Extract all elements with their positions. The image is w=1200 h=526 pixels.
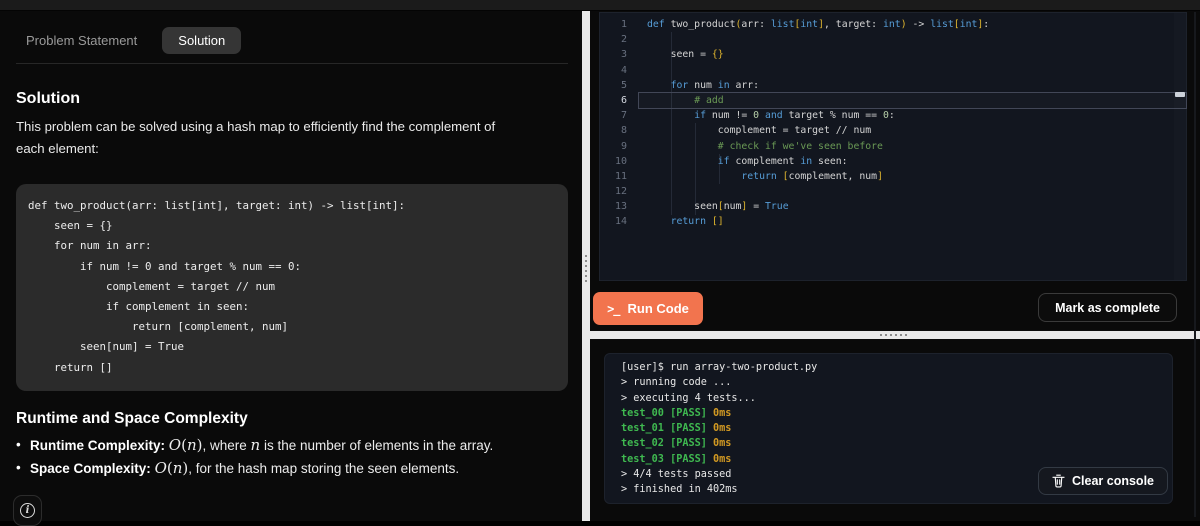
solution-heading: Solution: [16, 90, 80, 107]
code-line-4[interactable]: 4: [600, 63, 1186, 78]
line-number: 5: [620, 79, 627, 91]
scrollbar-cursor-marker[interactable]: [1175, 92, 1185, 97]
code-line-12[interactable]: 12: [600, 184, 1186, 199]
code-text: for num in arr:: [670, 79, 760, 91]
console-line: > 4/4 tests passed: [621, 468, 732, 480]
code-line-5[interactable]: 5 for num in arr:: [600, 78, 1186, 93]
scrollbar-track-line: [1194, 12, 1196, 517]
trash-icon: [1052, 474, 1065, 488]
code-line-14[interactable]: 14 return []: [600, 214, 1186, 229]
solution-description: This problem can be solved using a hash …: [16, 119, 496, 156]
console-output-panel[interactable]: [user]$ run array-two-product.py > runnin…: [604, 353, 1173, 504]
code-line-1[interactable]: 1 def two_product(arr: list[int], target:…: [600, 17, 1186, 32]
code-text: return []: [670, 216, 724, 228]
code-text: # add: [638, 91, 1187, 110]
line-number: 8: [620, 125, 627, 137]
line-number: 10: [614, 155, 627, 167]
tabs-divider: [16, 63, 568, 64]
code-text: # check if we've seen before: [717, 140, 883, 152]
splitter-drag-handle-icon: [880, 334, 910, 336]
line-number: 2: [620, 34, 627, 46]
console-line: > running code ...: [621, 377, 732, 389]
code-editor[interactable]: 1 def two_product(arr: list[int], target:…: [599, 12, 1187, 281]
solution-panel: Problem Statement Solution Solution This…: [0, 11, 582, 526]
code-line-3[interactable]: 3 seen = {}: [600, 47, 1186, 62]
info-icon: i: [20, 502, 35, 518]
complexity-heading: Runtime and Space Complexity: [16, 409, 248, 427]
code-line-10[interactable]: 10 if complement in seen:: [600, 154, 1186, 169]
line-number: 6: [620, 94, 627, 106]
code-line-7[interactable]: 7 if num != 0 and target % num == 0:: [600, 108, 1186, 123]
console-line: > finished in 402ms: [621, 484, 738, 496]
line-number: 3: [620, 49, 627, 61]
code-line-13[interactable]: 13 seen[num] = True: [600, 199, 1186, 214]
code-line-8[interactable]: 8 complement = target // num: [600, 123, 1186, 138]
line-number: 4: [620, 64, 627, 76]
tab-problem-statement[interactable]: Problem Statement: [14, 27, 149, 54]
clear-console-label: Clear console: [1072, 474, 1154, 488]
console-line: test_01 [PASS] 0ms: [621, 423, 732, 435]
console-line: [user]$ run array-two-product.py: [621, 362, 818, 373]
editor-lines: 1 def two_product(arr: list[int], target:…: [600, 17, 1187, 230]
line-number: 1: [620, 19, 627, 30]
console-line: test_00 [PASS] 0ms: [621, 407, 732, 419]
complexity-item: • Runtime Complexity: O(n), where n is th…: [16, 435, 494, 454]
line-number: 11: [614, 170, 627, 182]
complexity-list: • Runtime Complexity: O(n), where n is th…: [16, 434, 582, 480]
run-code-button[interactable]: >_ Run Code: [593, 292, 703, 325]
tab-solution[interactable]: Solution: [162, 27, 242, 54]
left-panel-tabs: Problem Statement Solution: [14, 27, 582, 54]
bullet-marker: •: [16, 459, 21, 475]
line-number: 7: [620, 110, 627, 122]
console-line: > executing 4 tests...: [621, 392, 756, 404]
terminal-prompt-icon: >_: [607, 301, 620, 316]
info-button[interactable]: i: [13, 494, 42, 526]
solution-code-block: def two_product(arr: list[int], target: …: [16, 184, 568, 391]
workspace-panel: 1 def two_product(arr: list[int], target:…: [590, 11, 1200, 521]
console-line: test_02 [PASS] 0ms: [621, 438, 732, 450]
editor-scrollbar[interactable]: [1174, 13, 1186, 280]
run-code-label: Run Code: [627, 301, 689, 316]
vertical-splitter[interactable]: [582, 11, 590, 521]
code-line-9[interactable]: 9 # check if we've seen before: [600, 139, 1186, 154]
line-number: 12: [614, 186, 627, 198]
line-number: 14: [614, 216, 627, 228]
complexity-item: • Space Complexity: O(n), for the hash ma…: [16, 458, 460, 477]
code-text: if num != 0 and target % num == 0:: [694, 110, 895, 122]
code-text: seen[num] = True: [647, 201, 789, 213]
line-number: 13: [614, 201, 627, 213]
splitter-drag-handle-icon: [585, 255, 587, 285]
mark-as-complete-button[interactable]: Mark as complete: [1038, 293, 1177, 322]
horizontal-splitter[interactable]: [590, 331, 1200, 339]
bullet-marker: •: [16, 436, 21, 452]
code-text: return [complement, num]: [741, 170, 883, 182]
code-text: if complement in seen:: [717, 155, 848, 167]
console-lines: [user]$ run array-two-product.py > runnin…: [621, 360, 817, 497]
line-number: 9: [620, 140, 627, 152]
code-text: complement = target // num: [647, 125, 872, 137]
console-line: test_03 [PASS] 0ms: [621, 453, 732, 465]
top-window-strip: [0, 0, 1200, 11]
code-line-2[interactable]: 2: [600, 32, 1186, 47]
code-line-11[interactable]: 11 return [complement, num]: [600, 169, 1186, 184]
code-text: def two_product(arr: list[int], target: …: [647, 19, 990, 30]
clear-console-button[interactable]: Clear console: [1038, 467, 1168, 495]
code-line-6[interactable]: 6 # add: [600, 91, 1187, 110]
code-text: seen = {}: [647, 49, 724, 61]
